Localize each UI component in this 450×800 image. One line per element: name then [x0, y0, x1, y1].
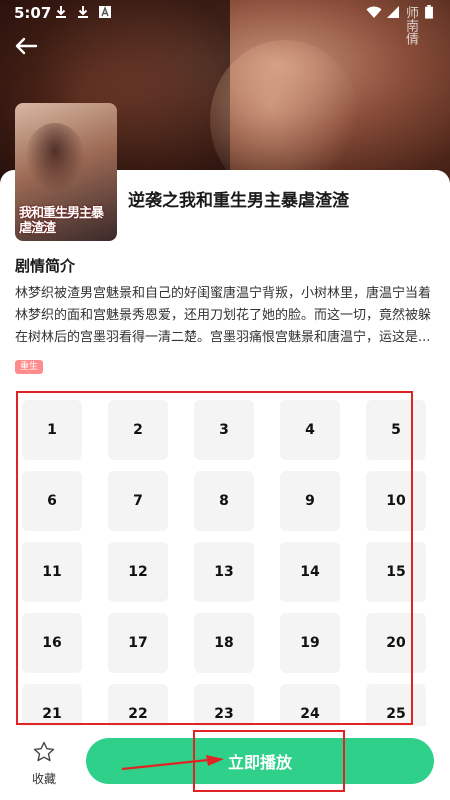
episode-button[interactable]: 1 [22, 400, 82, 460]
episode-button[interactable]: 4 [280, 400, 340, 460]
episode-button[interactable]: 16 [22, 613, 82, 673]
signal-icon [387, 6, 399, 18]
poster-title: 我和重生男主暴虐渣渣 [19, 206, 104, 236]
episode-button[interactable]: 19 [280, 613, 340, 673]
synopsis-heading: 剧情简介 [15, 257, 76, 275]
episode-button[interactable]: 6 [22, 471, 82, 531]
episode-button[interactable]: 9 [280, 471, 340, 531]
episode-button[interactable]: 24 [280, 684, 340, 726]
status-time: 5:07 [14, 4, 52, 22]
download-icon [56, 6, 66, 18]
favorite-label: 收藏 [31, 772, 56, 786]
episode-button[interactable]: 11 [22, 542, 82, 602]
genre-tag[interactable]: 重生 [15, 360, 44, 374]
favorite-button[interactable]: 收藏 [26, 740, 62, 787]
watermark-text: 师南倩 [403, 6, 418, 45]
download-icon [78, 6, 88, 18]
play-now-button[interactable]: 立即播放 [86, 738, 434, 784]
drama-title: 逆袭之我和重生男主暴虐渣渣 [128, 191, 349, 211]
episode-button[interactable]: 23 [194, 684, 254, 726]
episode-button[interactable]: 17 [108, 613, 168, 673]
font-icon [99, 6, 111, 18]
episode-button[interactable]: 21 [22, 684, 82, 726]
back-arrow-icon[interactable] [14, 36, 38, 56]
battery-icon [425, 5, 433, 19]
episode-button[interactable]: 14 [280, 542, 340, 602]
episode-button[interactable]: 25 [366, 684, 426, 726]
wifi-icon [366, 6, 382, 18]
episode-button[interactable]: 22 [108, 684, 168, 726]
episode-button[interactable]: 5 [366, 400, 426, 460]
episode-button[interactable]: 3 [194, 400, 254, 460]
play-now-label: 立即播放 [227, 753, 292, 772]
status-bar: 5:07 [0, 0, 450, 26]
episode-button[interactable]: 15 [366, 542, 426, 602]
episode-button[interactable]: 13 [194, 542, 254, 602]
episode-button[interactable]: 12 [108, 542, 168, 602]
episode-button[interactable]: 2 [108, 400, 168, 460]
episode-grid: 1 2 3 4 5 6 7 8 9 10 11 12 13 14 15 16 17 18 19 20 21 22 23 24 2… [22, 400, 432, 726]
star-icon [33, 741, 55, 762]
synopsis-text: 林梦织被渣男宫魅景和自己的好闺蜜唐温宁背叛，小树林里，唐温宁当着林梦织的面和宫魅… [15, 286, 432, 345]
episode-button[interactable]: 10 [366, 471, 426, 531]
episode-button[interactable]: 20 [366, 613, 426, 673]
poster-figure [25, 123, 85, 193]
episode-button[interactable]: 8 [194, 471, 254, 531]
episode-button[interactable]: 18 [194, 613, 254, 673]
episode-button[interactable]: 7 [108, 471, 168, 531]
drama-poster: 我和重生男主暴虐渣渣 [15, 103, 117, 241]
